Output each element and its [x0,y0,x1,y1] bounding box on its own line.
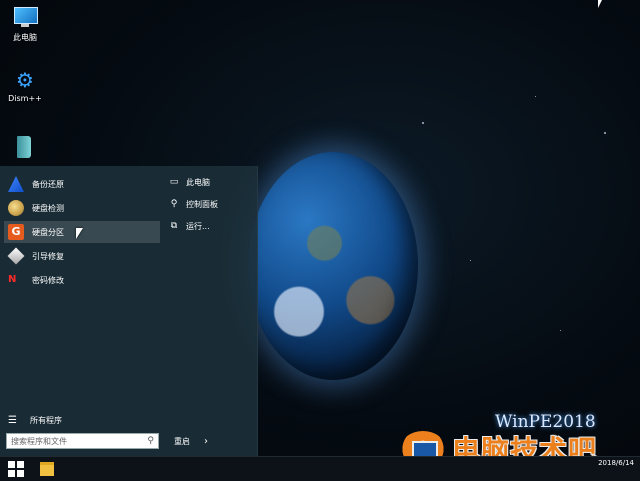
run-icon: ⧉ [170,221,178,231]
desktop-icon-this-pc[interactable]: 此电脑 [0,6,50,43]
computer-icon [13,6,38,30]
taskbar: 2018/6/14 [0,456,640,481]
menu-item-password[interactable]: N 密码修改 [4,269,160,291]
password-icon: N [8,274,17,285]
search-icon[interactable]: ⚲ [147,436,154,446]
search-box[interactable]: ⚲ [6,433,159,449]
partition-icon: G [8,224,24,240]
windows-start-button[interactable] [8,461,24,477]
all-programs-button[interactable]: ☰ 所有程序 [8,415,62,426]
menu-item-label: 引导修复 [32,251,64,261]
backup-icon [8,176,24,192]
laptop-icon: ▭ [169,177,179,187]
menu-item-label: 硬盘分区 [32,227,64,237]
all-programs-label: 所有程序 [30,416,62,425]
desktop-icon-label: Dism++ [8,94,42,103]
star [535,96,536,97]
menu-item-label: 备份还原 [32,179,64,189]
list-icon: ☰ [8,415,17,426]
clock[interactable]: 2018/6/14 [598,459,634,468]
star [560,330,561,331]
menu-item-label: 硬盘检测 [32,203,64,213]
restart-button[interactable]: 重启 › [174,436,208,447]
desktop-icon-book[interactable] [0,136,50,162]
file-explorer-icon[interactable] [40,462,54,476]
menu-item-control-panel[interactable]: ⚲ 控制面板 [169,196,218,212]
cursor-arrow-icon [598,0,602,8]
book-icon [13,136,37,160]
menu-item-label: 密码修改 [32,275,64,285]
star [604,132,606,134]
star [470,260,471,261]
restart-label: 重启 [174,437,190,446]
menu-item-boot-repair[interactable]: 引导修复 [4,245,160,267]
wrench-icon: ⚲ [170,199,178,209]
right-item-label: 运行... [186,221,210,231]
menu-item-disk-check[interactable]: 硬盘检测 [4,197,160,219]
menu-item-this-pc[interactable]: ▭ 此电脑 [169,174,210,190]
right-item-label: 控制面板 [186,199,218,209]
right-item-label: 此电脑 [186,177,210,187]
chevron-right-icon[interactable]: › [204,436,208,447]
desktop-icon-label: 此电脑 [13,33,37,42]
start-menu: 备份还原 硬盘检测 G 硬盘分区 引导修复 N 密码修改 ▭ 此电脑 ⚲ 控制面… [0,166,258,456]
search-input[interactable] [11,436,148,446]
menu-item-backup-restore[interactable]: 备份还原 [4,173,160,195]
desktop-icon-dism[interactable]: ⚙ Dism++ [0,68,50,103]
mouse-pointer-icon [76,228,83,239]
gears-icon: ⚙ [16,68,34,92]
clock-date: 2018/6/14 [598,459,634,467]
star [422,122,424,124]
boot-repair-icon [7,247,25,265]
disk-check-icon [8,200,24,216]
menu-item-run[interactable]: ⧉ 运行... [169,218,210,234]
earth-globe [248,152,418,380]
